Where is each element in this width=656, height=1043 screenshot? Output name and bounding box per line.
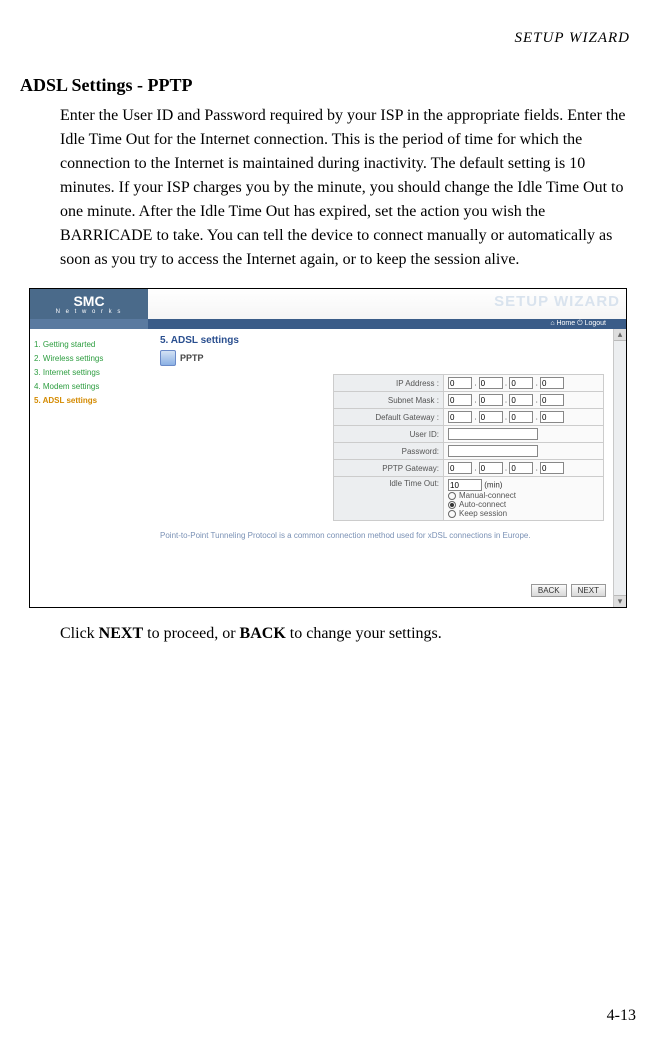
idle-input[interactable] [448, 479, 482, 491]
nav-step-2[interactable]: 2. Wireless settings [34, 354, 144, 363]
label-pgw: PPTP Gateway: [334, 460, 444, 477]
label-pwd: Password: [334, 443, 444, 460]
footnote: Point-to-Point Tunneling Protocol is a c… [160, 531, 614, 540]
settings-table: IP Address : . . . Subnet Mask : . . [333, 374, 604, 521]
radio-auto[interactable]: Auto-connect [448, 500, 599, 509]
gw-octet-4[interactable] [540, 411, 564, 423]
label-ip: IP Address : [334, 375, 444, 392]
label-gw: Default Gateway : [334, 409, 444, 426]
gw-octet-1[interactable] [448, 411, 472, 423]
mask-octet-1[interactable] [448, 394, 472, 406]
pptp-icon [160, 350, 176, 366]
user-id-input[interactable] [448, 428, 538, 440]
wizard-main: 5. ADSL settings PPTP IP Address : . . . [148, 329, 626, 607]
logo-text: SMC [73, 294, 104, 308]
field-idle: (min) Manual-connect Auto-connect Keep s… [444, 477, 604, 521]
logo-subtext: N e t w o r k s [56, 309, 123, 315]
embedded-screenshot: SMC N e t w o r k s SETUP WIZARD ⌂ Home … [29, 288, 627, 608]
wizard-buttons: BACK NEXT [531, 584, 606, 597]
footer-post: to change your settings. [286, 625, 442, 642]
nav-step-1[interactable]: 1. Getting started [34, 340, 144, 349]
radio-manual[interactable]: Manual-connect [448, 491, 599, 500]
field-mask: . . . [444, 392, 604, 409]
ip-octet-4[interactable] [540, 377, 564, 389]
nav-step-3[interactable]: 3. Internet settings [34, 368, 144, 377]
sidebar-topcap [30, 319, 148, 329]
radio-manual-label: Manual-connect [459, 491, 516, 500]
section-head: 5. ADSL settings [160, 335, 614, 346]
field-gw: . . . [444, 409, 604, 426]
gw-octet-3[interactable] [509, 411, 533, 423]
label-uid: User ID: [334, 426, 444, 443]
section-title: ADSL Settings - PPTP [20, 75, 636, 96]
page-number: 4-13 [607, 1007, 636, 1025]
running-head: SETUP WIZARD [20, 30, 636, 47]
pgw-octet-1[interactable] [448, 462, 472, 474]
main-paragraph: Enter the User ID and Password required … [20, 104, 636, 272]
next-button[interactable]: NEXT [571, 584, 606, 597]
back-button[interactable]: BACK [531, 584, 567, 597]
radio-keep-label: Keep session [459, 509, 507, 518]
smc-logo: SMC N e t w o r k s [30, 289, 148, 319]
nav-step-5[interactable]: 5. ADSL settings [34, 396, 144, 405]
topbar-links[interactable]: ⌂ Home ⏻ Logout [148, 319, 626, 329]
label-mask: Subnet Mask : [334, 392, 444, 409]
password-input[interactable] [448, 445, 538, 457]
pgw-octet-4[interactable] [540, 462, 564, 474]
footer-mid: to proceed, or [143, 625, 239, 642]
footer-next-bold: NEXT [99, 625, 143, 642]
pgw-octet-3[interactable] [509, 462, 533, 474]
ip-octet-3[interactable] [509, 377, 533, 389]
label-idle: Idle Time Out: [334, 477, 444, 521]
pgw-octet-2[interactable] [479, 462, 503, 474]
scrollbar[interactable] [613, 329, 626, 607]
pptp-row: PPTP [160, 350, 614, 366]
nav-step-4[interactable]: 4. Modem settings [34, 382, 144, 391]
mask-octet-4[interactable] [540, 394, 564, 406]
pptp-label: PPTP [180, 353, 204, 363]
footer-pre: Click [60, 625, 99, 642]
ip-octet-2[interactable] [479, 377, 503, 389]
ui-header: SMC N e t w o r k s SETUP WIZARD [30, 289, 626, 319]
ip-octet-1[interactable] [448, 377, 472, 389]
radio-keep[interactable]: Keep session [448, 509, 599, 518]
radio-auto-label: Auto-connect [459, 500, 506, 509]
field-ip: . . . [444, 375, 604, 392]
mask-octet-2[interactable] [479, 394, 503, 406]
gw-octet-2[interactable] [479, 411, 503, 423]
wizard-sidebar: 1. Getting started 2. Wireless settings … [30, 329, 148, 607]
mask-octet-3[interactable] [509, 394, 533, 406]
footer-back-bold: BACK [240, 625, 286, 642]
footer-paragraph: Click NEXT to proceed, or BACK to change… [20, 622, 636, 646]
wizard-title: SETUP WIZARD [494, 293, 620, 310]
idle-unit: (min) [484, 481, 502, 490]
field-pgw: . . . [444, 460, 604, 477]
